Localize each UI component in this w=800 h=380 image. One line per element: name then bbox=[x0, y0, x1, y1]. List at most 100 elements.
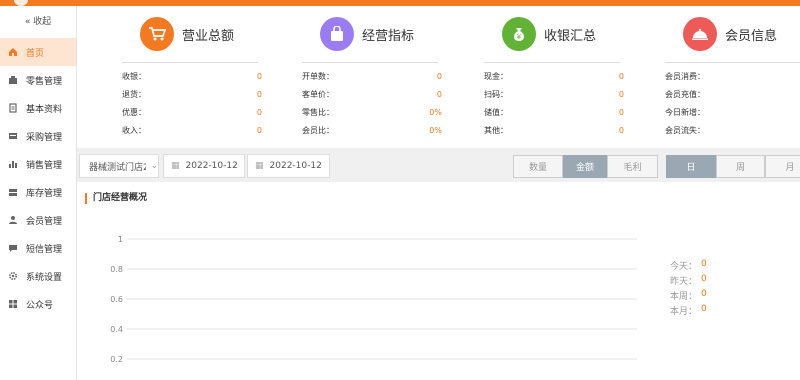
sidebar-item-home[interactable]: 首页 bbox=[0, 38, 76, 66]
sidebar-item-retail[interactable]: 零售管理 bbox=[0, 66, 76, 94]
sidebar: « 收起 首页 零售管理 基本资料 采购管理 销售管理 库存管理 会员管理 短信… bbox=[0, 6, 77, 380]
stat-value: 0 bbox=[618, 89, 624, 99]
collapse-button[interactable]: « 收起 bbox=[0, 6, 76, 38]
stat-value: 0 bbox=[618, 107, 624, 117]
card-title: 收银汇总 bbox=[543, 28, 596, 44]
sidebar-item-members[interactable]: 会员管理 bbox=[0, 206, 76, 234]
stat-label: 扫码： bbox=[484, 89, 508, 99]
stat-label: 会员比： bbox=[302, 125, 334, 135]
stat-label: 本月： bbox=[669, 307, 697, 317]
stat-value: 0 bbox=[436, 89, 442, 99]
stat-value: 0 bbox=[701, 274, 707, 284]
card-title: 经营指标 bbox=[361, 28, 414, 44]
card-title: 营业总额 bbox=[181, 28, 234, 44]
sidebar-item-label: 公众号 bbox=[26, 300, 54, 311]
stat-value: 0 bbox=[618, 125, 624, 135]
stat-label: 会员消费： bbox=[665, 71, 705, 81]
stat-today: 今天： 0 bbox=[667, 259, 707, 274]
end-date-value: 2022-10-12 bbox=[269, 161, 322, 171]
tab-week[interactable]: 周 bbox=[716, 155, 765, 178]
stat-value: 0 bbox=[701, 259, 707, 269]
sidebar-item-label: 销售管理 bbox=[26, 160, 63, 171]
member-info-card: 会员信息 会员消费：0 会员充值：0 今日新增：0 会员流失：0 bbox=[655, 6, 800, 139]
stat-value: 0 bbox=[256, 89, 262, 99]
y-tick-label: 0.8 bbox=[110, 265, 123, 274]
sidebar-item-sms[interactable]: 短信管理 bbox=[0, 234, 76, 262]
cloche-icon bbox=[682, 17, 717, 51]
stat-row: 其他： 0 bbox=[474, 121, 624, 139]
period-stats: 今天： 0 昨天： 0 本周： 0 本月： 0 bbox=[667, 259, 707, 319]
store-overview-panel: 门店经营概况 1 0.8 0.6 0.4 0.2 今天： 0 昨天： 0 本周： 0 本月： 0 bbox=[77, 182, 800, 380]
stat-label: 现金： bbox=[484, 71, 508, 81]
stat-label: 今天： bbox=[669, 262, 697, 272]
stat-label: 会员充值： bbox=[665, 89, 705, 99]
stat-row: 今日新增：0 bbox=[655, 103, 800, 121]
stat-row: 会员流失：0 bbox=[655, 121, 800, 139]
store-select-value: 器械测试门店2 bbox=[89, 162, 147, 173]
sidebar-item-sales[interactable]: 销售管理 bbox=[0, 150, 76, 178]
stat-row: 零售比： 0% bbox=[292, 103, 442, 121]
revenue-card: 营业总额 收银： 0 退货： 0 优惠： 0 收入： 0 bbox=[112, 6, 262, 139]
chevron-down-icon: ⌄ bbox=[150, 161, 158, 171]
sidebar-item-label: 首页 bbox=[26, 48, 45, 59]
sidebar-item-label: 会员管理 bbox=[26, 216, 63, 227]
sidebar-item-purchase[interactable]: 采购管理 bbox=[0, 122, 76, 150]
stat-label: 客单价： bbox=[302, 89, 334, 99]
stat-label: 其他： bbox=[484, 125, 508, 135]
sidebar-item-basic-data[interactable]: 基本资料 bbox=[0, 94, 76, 122]
tab-quantity[interactable]: 数量 bbox=[513, 155, 563, 178]
stat-label: 今日新增： bbox=[665, 107, 705, 117]
stat-row: 开单数： 0 bbox=[292, 67, 442, 85]
sidebar-item-label: 系统设置 bbox=[26, 272, 63, 283]
business-metrics-card: 经营指标 开单数： 0 客单价： 0 零售比： 0% 会员比： 0% bbox=[292, 6, 442, 139]
y-tick-label: 0.4 bbox=[110, 325, 123, 334]
cashier-summary-card: ¥ 收银汇总 现金： 0 扫码： 0 储值： 0 其他： 0 bbox=[474, 6, 624, 139]
card-title: 会员信息 bbox=[724, 28, 777, 44]
y-tick-label: 0.2 bbox=[110, 355, 123, 364]
sidebar-item-label: 短信管理 bbox=[26, 244, 63, 255]
stat-label: 优惠： bbox=[122, 107, 146, 117]
stat-value: 0 bbox=[701, 289, 707, 299]
tab-month[interactable]: 月 bbox=[765, 155, 800, 178]
end-date-input[interactable]: ▦ 2022-10-12 bbox=[247, 154, 330, 178]
message-icon bbox=[8, 243, 18, 253]
stat-row: 现金： 0 bbox=[474, 67, 624, 85]
stat-label: 本周： bbox=[669, 292, 697, 302]
stat-this-week: 本周： 0 bbox=[667, 289, 707, 304]
stat-row: 会员充值：0 bbox=[655, 85, 800, 103]
stat-label: 退货： bbox=[122, 89, 146, 99]
stat-row: 优惠： 0 bbox=[112, 103, 262, 121]
tab-day[interactable]: 日 bbox=[666, 155, 716, 178]
stat-row: 收入： 0 bbox=[112, 121, 262, 139]
home-icon bbox=[8, 47, 18, 57]
stat-row: 退货： 0 bbox=[112, 85, 262, 103]
stat-row: 扫码： 0 bbox=[474, 85, 624, 103]
sidebar-item-label: 基本资料 bbox=[26, 104, 63, 115]
sidebar-item-settings[interactable]: 系统设置 bbox=[0, 262, 76, 290]
store-select[interactable]: 器械测试门店2 ⌄ bbox=[79, 154, 159, 178]
stat-row: 储值： 0 bbox=[474, 103, 624, 121]
stat-label: 开单数： bbox=[302, 71, 334, 81]
cart-icon bbox=[139, 17, 174, 51]
stat-value: 0% bbox=[429, 125, 442, 135]
user-icon bbox=[8, 215, 18, 225]
sidebar-item-label: 采购管理 bbox=[26, 132, 63, 143]
grid-icon bbox=[8, 299, 18, 309]
start-date-input[interactable]: ▦ 2022-10-12 bbox=[163, 154, 245, 178]
sidebar-item-official-account[interactable]: 公众号 bbox=[0, 290, 76, 318]
sidebar-item-inventory[interactable]: 库存管理 bbox=[0, 178, 76, 206]
stat-row: 会员比： 0% bbox=[292, 121, 442, 139]
tab-gross-profit[interactable]: 毛利 bbox=[607, 155, 658, 178]
stat-label: 收入： bbox=[122, 125, 146, 135]
calendar-icon: ▦ bbox=[255, 161, 264, 171]
stat-value: 0 bbox=[256, 107, 262, 117]
y-tick-label: 1 bbox=[118, 235, 123, 244]
stat-label: 零售比： bbox=[302, 107, 334, 117]
gear-icon bbox=[8, 271, 18, 281]
stat-yesterday: 昨天： 0 bbox=[667, 274, 707, 289]
tab-amount[interactable]: 金额 bbox=[563, 155, 607, 178]
stat-row: 客单价： 0 bbox=[292, 85, 442, 103]
stat-this-month: 本月： 0 bbox=[667, 304, 707, 319]
inventory-icon bbox=[8, 187, 18, 197]
stat-value: 0 bbox=[256, 71, 262, 81]
